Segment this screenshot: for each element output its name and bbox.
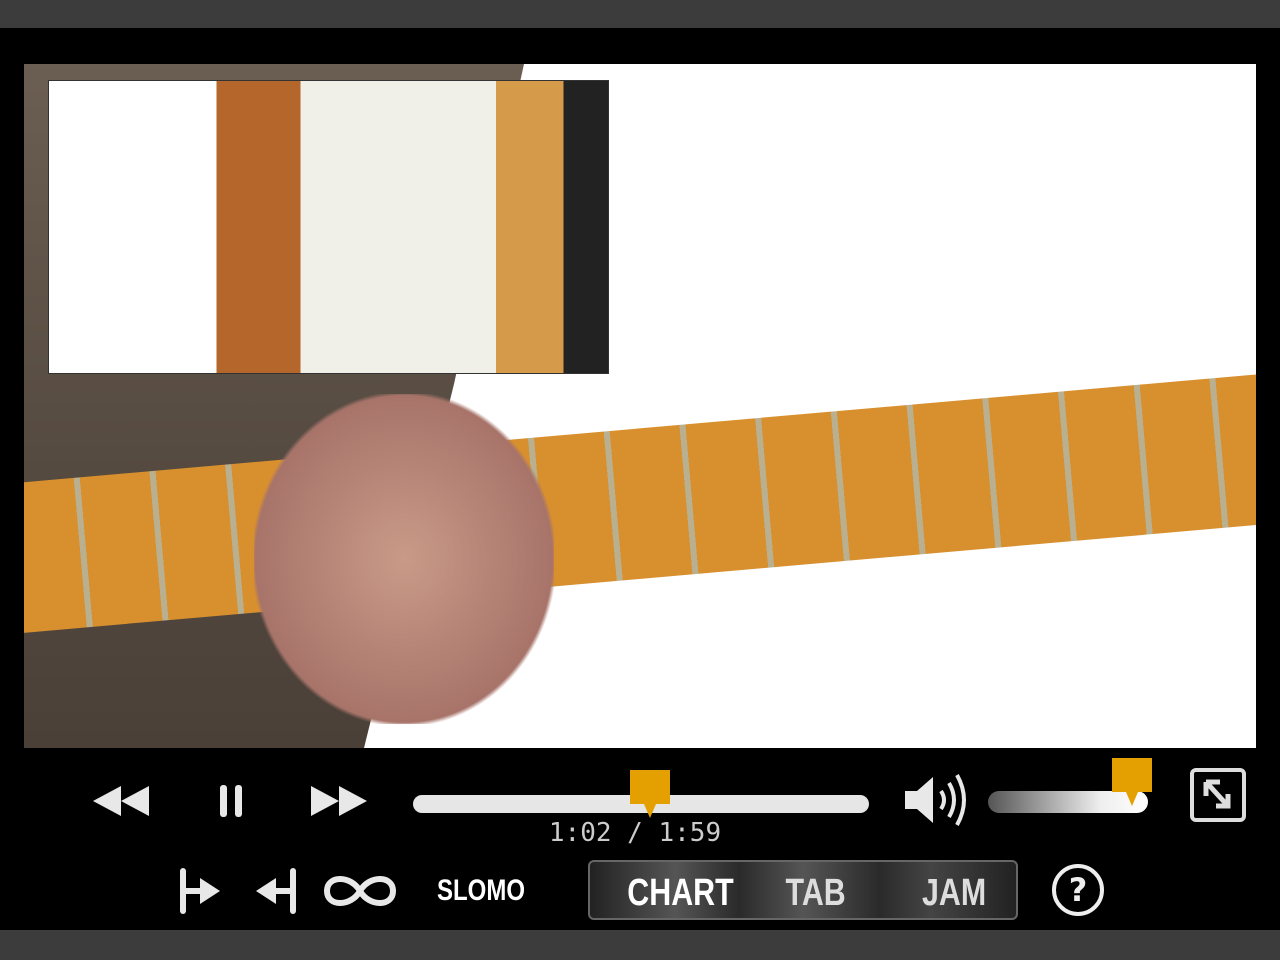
fast-forward-button[interactable] bbox=[308, 782, 370, 820]
help-icon: ? bbox=[1068, 871, 1088, 909]
volume-icon bbox=[905, 774, 966, 826]
seek-thumb[interactable] bbox=[630, 770, 671, 818]
video-fretting-hand bbox=[254, 394, 554, 724]
rewind-button[interactable] bbox=[90, 782, 152, 820]
time-display: 1:02 / 1:59 bbox=[520, 818, 750, 848]
top-bar bbox=[0, 0, 1280, 28]
volume-thumb[interactable] bbox=[1112, 758, 1152, 806]
bottom-bar bbox=[0, 930, 1280, 960]
fullscreen-button[interactable] bbox=[1190, 768, 1246, 822]
slomo-button[interactable]: SLOMO bbox=[437, 874, 525, 908]
pause-button[interactable] bbox=[214, 782, 248, 820]
fast-forward-icon bbox=[311, 786, 367, 816]
volume-slider[interactable] bbox=[988, 791, 1148, 813]
loop-end-icon bbox=[256, 868, 296, 914]
picture-in-picture-video[interactable] bbox=[48, 80, 609, 374]
help-button[interactable]: ? bbox=[1052, 864, 1104, 916]
loop-start-icon bbox=[180, 868, 220, 914]
current-time: 1:02 bbox=[548, 818, 612, 848]
volume-button[interactable] bbox=[902, 772, 968, 828]
rewind-icon bbox=[93, 786, 149, 816]
loop-start-button[interactable] bbox=[176, 866, 226, 916]
pause-icon bbox=[220, 785, 242, 817]
tab-tab[interactable]: TAB bbox=[786, 872, 846, 915]
infinity-loop-icon bbox=[323, 876, 397, 906]
duration: 1:59 bbox=[658, 818, 722, 848]
loop-end-button[interactable] bbox=[250, 866, 300, 916]
video-frame[interactable] bbox=[24, 64, 1256, 748]
tab-jam[interactable]: JAM bbox=[922, 872, 986, 915]
time-separator: / bbox=[627, 818, 643, 848]
tab-chart[interactable]: CHART bbox=[627, 872, 733, 915]
loop-button[interactable] bbox=[320, 868, 400, 914]
exit-fullscreen-icon bbox=[1203, 779, 1231, 809]
